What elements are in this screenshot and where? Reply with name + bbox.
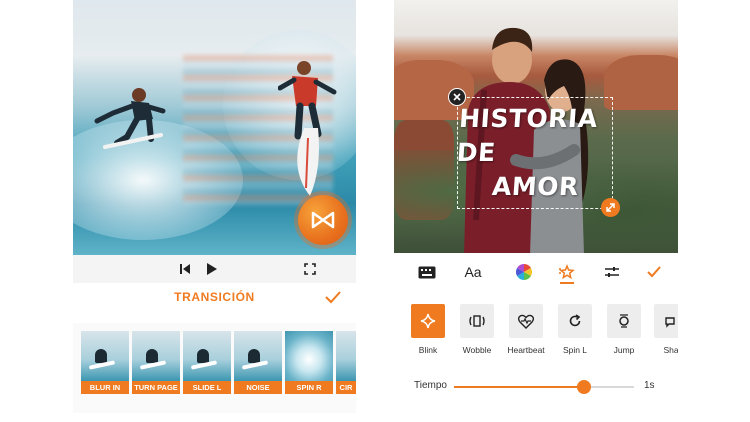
sparkle-icon: [420, 313, 436, 329]
transition-label: TURN PAGE: [132, 381, 180, 394]
surfer-figure: [278, 61, 337, 196]
video-preview[interactable]: [73, 0, 356, 255]
effect-thumb: [509, 304, 543, 338]
effect-label: Blink: [418, 345, 438, 355]
transition-label: BLUR IN: [81, 381, 129, 394]
confirm-check-icon[interactable]: [323, 287, 343, 307]
player-controls: [73, 255, 356, 283]
close-icon: [453, 93, 461, 101]
effect-thumb: [411, 304, 445, 338]
effect-thumb: [558, 304, 592, 338]
keyboard-icon: [418, 266, 436, 278]
fullscreen-button[interactable]: [302, 261, 318, 277]
transition-option[interactable]: BLUR IN: [81, 331, 129, 394]
color-wheel-icon: [516, 264, 532, 280]
text-toolbar: Aa: [394, 257, 678, 287]
slider-value: 1s: [644, 380, 655, 391]
effect-label: Wobble: [462, 345, 492, 355]
surfer-thumbnail: [248, 349, 260, 363]
active-tool-indicator: [560, 282, 574, 284]
transition-label: CIR: [336, 381, 356, 394]
animation-effects-list: Blink Wobble Heartbeat Spin L Jump Sha: [394, 300, 678, 362]
font-button[interactable]: Aa: [460, 260, 486, 284]
animation-icon: [559, 264, 575, 280]
text-editor-screen: HISTORIA DE AMOR Aa Blink Wobble Heartbe…: [394, 0, 678, 422]
transition-label: SLIDE L: [183, 381, 231, 394]
effect-label: Spin L: [562, 345, 588, 355]
section-title: TRANSICIÓN: [174, 290, 255, 304]
effect-thumb: [460, 304, 494, 338]
transition-option[interactable]: CIR: [336, 331, 356, 394]
skip-previous-button[interactable]: [177, 261, 193, 277]
adjust-button[interactable]: [599, 260, 625, 284]
skip-previous-icon: [180, 264, 190, 274]
surfer-thumbnail: [197, 349, 209, 363]
shake-icon: [665, 317, 675, 328]
effect-wobble[interactable]: Wobble: [456, 304, 498, 355]
fullscreen-icon: [304, 263, 316, 275]
overlay-text-line: AMOR: [490, 172, 580, 201]
text-overlay-frame[interactable]: HISTORIA DE AMOR: [455, 97, 613, 209]
play-icon: [207, 263, 217, 275]
transition-option[interactable]: TURN PAGE: [132, 331, 180, 394]
effect-heartbeat[interactable]: Heartbeat: [505, 304, 547, 355]
effect-thumb: [654, 304, 678, 338]
duration-slider[interactable]: [454, 380, 634, 394]
effect-spin-l[interactable]: Spin L: [554, 304, 596, 355]
transition-label: SPIN R: [285, 381, 333, 394]
transition-button[interactable]: [298, 195, 348, 245]
animation-button[interactable]: [554, 260, 580, 284]
jump-icon: [619, 314, 629, 328]
duration-slider-row: Tiempo 1s: [394, 372, 678, 400]
slider-thumb[interactable]: [576, 380, 591, 394]
transition-option[interactable]: SPIN R: [285, 331, 333, 394]
wobble-icon: [469, 315, 485, 327]
photo-preview[interactable]: HISTORIA DE AMOR: [394, 0, 678, 253]
transition-bowtie-icon: [311, 211, 335, 229]
effect-label: Jump: [613, 345, 635, 355]
transition-list: BLUR IN TURN PAGE SLIDE L NOISE SPIN R C…: [73, 323, 356, 413]
effect-shake[interactable]: Sha: [650, 304, 678, 355]
rotate-icon: [569, 314, 581, 327]
resize-arrows-icon: [606, 203, 615, 212]
adjust-icon: [605, 267, 619, 277]
slider-fill: [454, 386, 584, 388]
overlay-text-line: HISTORIA DE: [455, 104, 599, 167]
transition-label: NOISE: [234, 381, 282, 394]
check-icon: [647, 266, 661, 278]
transition-option[interactable]: NOISE: [234, 331, 282, 394]
play-button[interactable]: [204, 261, 220, 277]
effect-thumb: [607, 304, 641, 338]
heartbeat-icon: [518, 314, 534, 329]
color-button[interactable]: [511, 260, 537, 284]
surfer-thumbnail: [146, 349, 158, 363]
transition-editor-screen: TRANSICIÓN BLUR IN TURN PAGE SLIDE L NOI…: [73, 0, 356, 422]
slider-label: Tiempo: [414, 380, 447, 391]
remove-text-button[interactable]: [448, 88, 466, 106]
keyboard-button[interactable]: [414, 260, 440, 284]
surfer-figure: [94, 88, 166, 149]
effect-jump[interactable]: Jump: [603, 304, 645, 355]
effect-label: Sha: [663, 345, 678, 355]
resize-handle[interactable]: [601, 198, 620, 217]
confirm-button[interactable]: [641, 260, 667, 284]
effect-label: Heartbeat: [507, 345, 545, 355]
effect-blink[interactable]: Blink: [407, 304, 449, 355]
transition-option[interactable]: SLIDE L: [183, 331, 231, 394]
surfer-thumbnail: [95, 349, 107, 363]
